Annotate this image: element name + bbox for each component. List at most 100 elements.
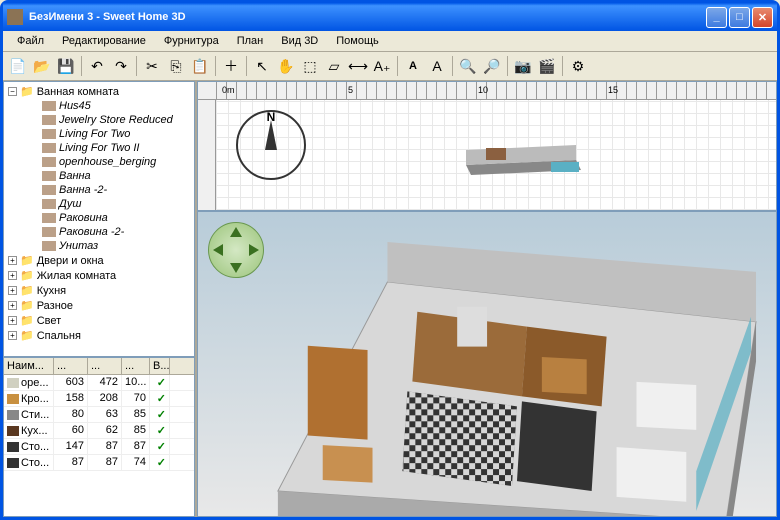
- add-furniture-icon[interactable]: ＋: [220, 55, 242, 77]
- item-icon: [7, 410, 19, 420]
- plan-canvas[interactable]: [216, 100, 776, 210]
- pan-icon[interactable]: ✋: [275, 55, 297, 77]
- check-icon[interactable]: ✓: [150, 423, 170, 438]
- tree-item[interactable]: Раковина -2-: [6, 225, 192, 239]
- tree-item[interactable]: Раковина: [6, 211, 192, 225]
- save-icon[interactable]: 💾: [55, 55, 77, 77]
- folder-icon: 📁: [20, 269, 34, 282]
- furniture-icon: [42, 241, 56, 251]
- tree-category[interactable]: +📁Свет: [6, 313, 192, 328]
- expand-icon[interactable]: +: [8, 301, 17, 310]
- nav-down-icon[interactable]: [230, 263, 242, 273]
- nav-up-icon[interactable]: [230, 227, 242, 237]
- text-icon[interactable]: A₊: [371, 55, 393, 77]
- table-row[interactable]: Сто...878774✓: [4, 455, 194, 471]
- collapse-icon[interactable]: −: [8, 87, 17, 96]
- item-icon: [7, 394, 19, 404]
- tree-category[interactable]: +📁Спальня: [6, 328, 192, 343]
- menu-file[interactable]: Файл: [9, 33, 52, 49]
- toolbar: 📄 📂 💾 ↶ ↷ ✂ ⎘ 📋 ＋ ↖ ✋ ⬚ ▱ ⟷ A₊ A A 🔍 🔎 📷…: [3, 52, 777, 81]
- folder-icon: 📁: [20, 85, 34, 98]
- paste-icon[interactable]: 📋: [189, 55, 211, 77]
- folder-icon: 📁: [20, 314, 34, 327]
- tree-item[interactable]: Унитаз: [6, 239, 192, 253]
- furniture-icon: [42, 171, 56, 181]
- furniture-icon: [42, 157, 56, 167]
- furniture-tree[interactable]: − 📁 Ванная комната Hus45Jewelry Store Re…: [3, 81, 195, 357]
- furniture-icon: [42, 227, 56, 237]
- tree-item[interactable]: Душ: [6, 197, 192, 211]
- text-small-icon[interactable]: A: [426, 55, 448, 77]
- tree-item[interactable]: Ванна: [6, 169, 192, 183]
- plan-view-2d[interactable]: 0m 5 10 15: [197, 81, 777, 211]
- photo-icon[interactable]: 📷: [512, 55, 534, 77]
- dimension-icon[interactable]: ⟷: [347, 55, 369, 77]
- floorplan-3d: [248, 242, 766, 517]
- tree-item[interactable]: Ванна -2-: [6, 183, 192, 197]
- select-icon[interactable]: ↖: [251, 55, 273, 77]
- item-icon: [7, 378, 19, 388]
- check-icon[interactable]: ✓: [150, 391, 170, 406]
- check-icon[interactable]: ✓: [150, 439, 170, 454]
- menu-edit[interactable]: Редактирование: [54, 33, 154, 49]
- nav-left-icon[interactable]: [213, 244, 223, 256]
- close-button[interactable]: ✕: [752, 7, 773, 28]
- maximize-button[interactable]: □: [729, 7, 750, 28]
- text-big-icon[interactable]: A: [402, 55, 424, 77]
- undo-icon[interactable]: ↶: [86, 55, 108, 77]
- preferences-icon[interactable]: ⚙: [567, 55, 589, 77]
- redo-icon[interactable]: ↷: [110, 55, 132, 77]
- check-icon[interactable]: ✓: [150, 455, 170, 470]
- table-row[interactable]: ope...60347210...✓: [4, 375, 194, 391]
- table-row[interactable]: Сти...806385✓: [4, 407, 194, 423]
- tree-category[interactable]: +📁Двери и окна: [6, 253, 192, 268]
- expand-icon[interactable]: +: [8, 316, 17, 325]
- tree-item[interactable]: Living For Two: [6, 127, 192, 141]
- tree-category[interactable]: +📁Кухня: [6, 283, 192, 298]
- tree-item[interactable]: Hus45: [6, 99, 192, 113]
- table-row[interactable]: Кро...15820870✓: [4, 391, 194, 407]
- check-icon[interactable]: ✓: [150, 407, 170, 422]
- tree-category[interactable]: +📁Жилая комната: [6, 268, 192, 283]
- item-icon: [7, 442, 19, 452]
- menu-plan[interactable]: План: [229, 33, 272, 49]
- expand-icon[interactable]: +: [8, 331, 17, 340]
- minimize-button[interactable]: _: [706, 7, 727, 28]
- furniture-icon: [42, 185, 56, 195]
- furniture-icon: [42, 213, 56, 223]
- item-icon: [7, 458, 19, 468]
- item-icon: [7, 426, 19, 436]
- tree-category[interactable]: +📁Разное: [6, 298, 192, 313]
- check-icon[interactable]: ✓: [150, 375, 170, 390]
- table-header[interactable]: Наим... ... ... ... В...: [4, 358, 194, 375]
- expand-icon[interactable]: +: [8, 286, 17, 295]
- wall-icon[interactable]: ⬚: [299, 55, 321, 77]
- open-icon[interactable]: 📂: [31, 55, 53, 77]
- room-icon[interactable]: ▱: [323, 55, 345, 77]
- table-row[interactable]: Кух...606285✓: [4, 423, 194, 439]
- view-3d[interactable]: [197, 211, 777, 517]
- copy-icon[interactable]: ⎘: [165, 55, 187, 77]
- table-row[interactable]: Сто...1478787✓: [4, 439, 194, 455]
- new-icon[interactable]: 📄: [7, 55, 29, 77]
- furniture-table[interactable]: Наим... ... ... ... В... ope...60347210.…: [3, 357, 195, 517]
- app-icon: [7, 9, 23, 25]
- furniture-icon: [42, 101, 56, 111]
- menu-view3d[interactable]: Вид 3D: [273, 33, 326, 49]
- compass-icon[interactable]: [236, 110, 306, 180]
- menu-help[interactable]: Помощь: [328, 33, 387, 49]
- tree-root[interactable]: − 📁 Ванная комната: [6, 84, 192, 99]
- menubar: Файл Редактирование Фурнитура План Вид 3…: [3, 31, 777, 52]
- cut-icon[interactable]: ✂: [141, 55, 163, 77]
- zoom-out-icon[interactable]: 🔎: [481, 55, 503, 77]
- furniture-icon: [42, 129, 56, 139]
- tree-item[interactable]: Jewelry Store Reduced: [6, 113, 192, 127]
- tree-item[interactable]: Living For Two II: [6, 141, 192, 155]
- folder-icon: 📁: [20, 284, 34, 297]
- tree-item[interactable]: openhouse_berging: [6, 155, 192, 169]
- expand-icon[interactable]: +: [8, 271, 17, 280]
- video-icon[interactable]: 🎬: [536, 55, 558, 77]
- menu-furniture[interactable]: Фурнитура: [156, 33, 227, 49]
- expand-icon[interactable]: +: [8, 256, 17, 265]
- zoom-in-icon[interactable]: 🔍: [457, 55, 479, 77]
